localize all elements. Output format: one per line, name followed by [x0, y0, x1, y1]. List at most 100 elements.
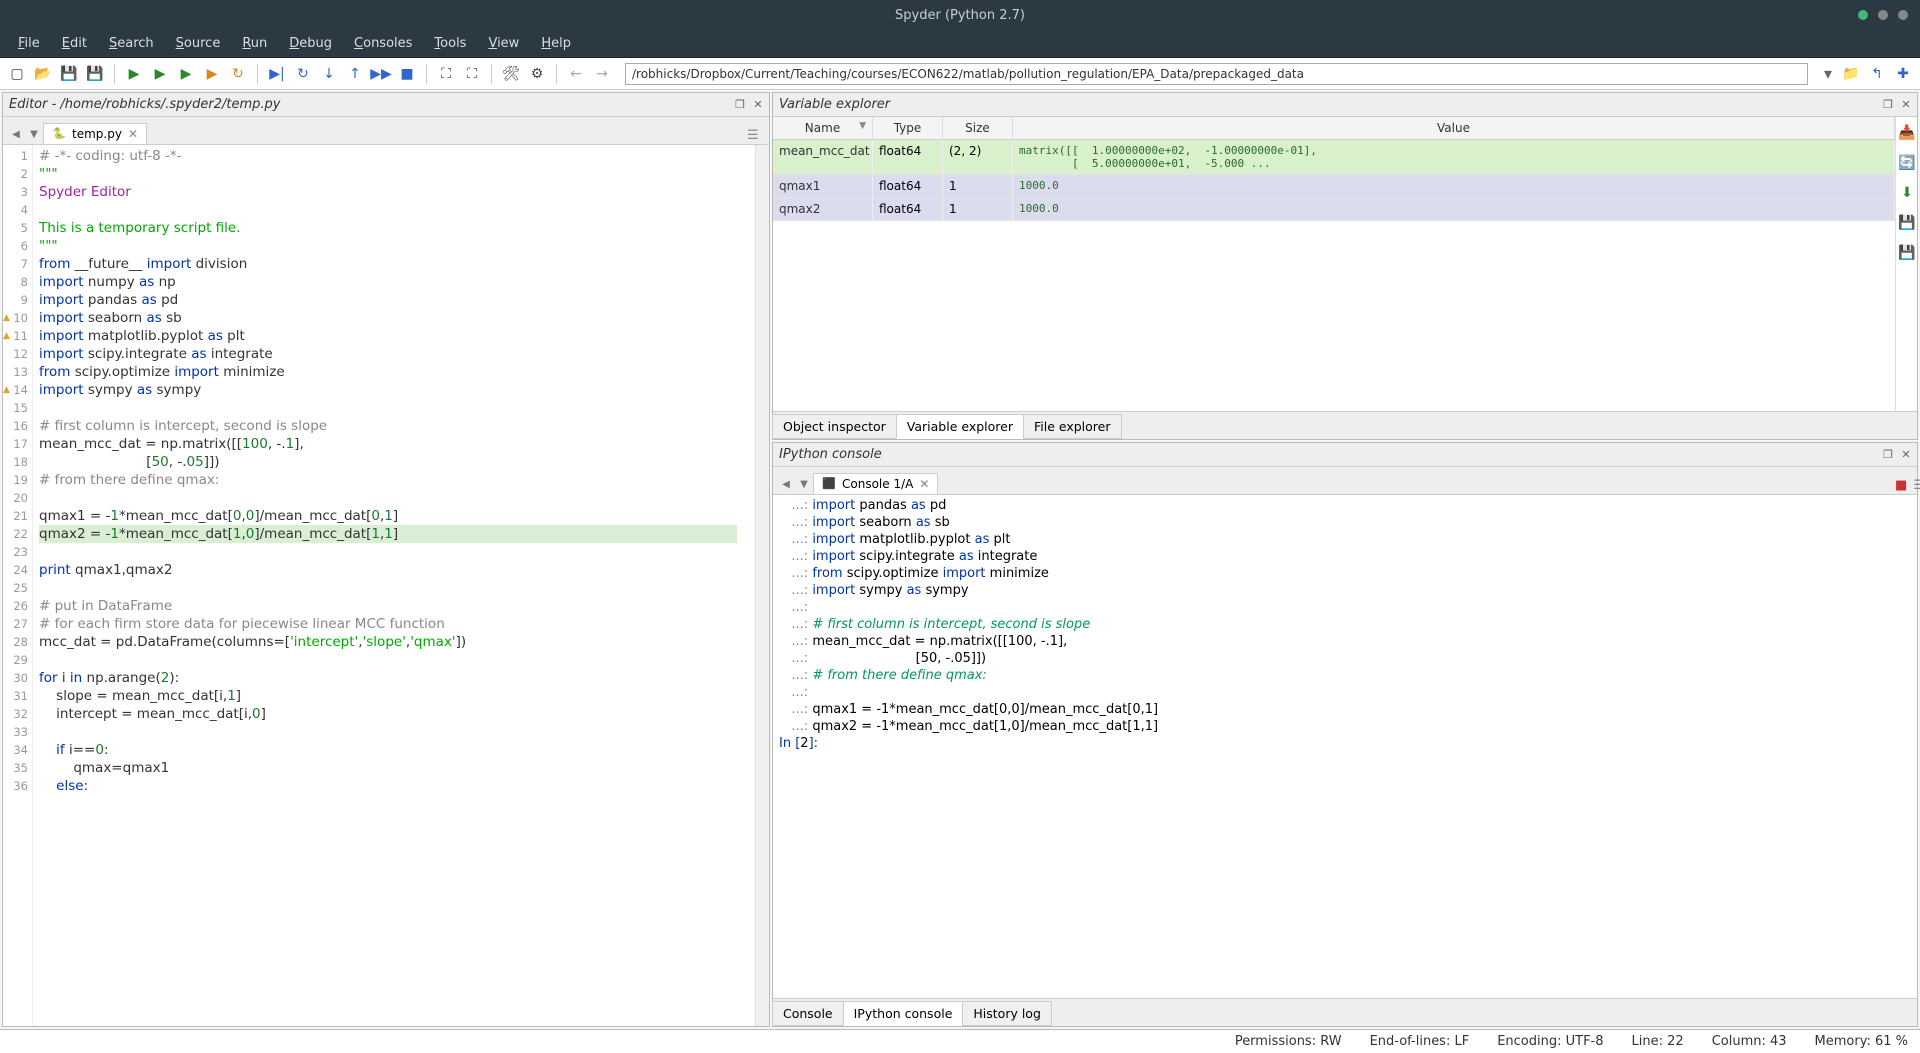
save-icon[interactable]: 💾: [58, 63, 80, 85]
preferences-icon[interactable]: 🛠: [500, 63, 522, 85]
varexp-col-name[interactable]: Name: [773, 117, 873, 139]
save-data-as-icon[interactable]: 💾: [1898, 245, 1916, 263]
tab-prev-icon[interactable]: ◀: [7, 124, 25, 144]
title-bar: Spyder (Python 2.7): [0, 0, 1920, 30]
sync-dir-icon[interactable]: ✚: [1892, 63, 1914, 85]
variable-table[interactable]: NameTypeSizeValue mean_mcc_datfloat64(2,…: [773, 117, 1895, 411]
undock-varexp-icon[interactable]: ❐: [1881, 98, 1895, 112]
path-dropdown-icon[interactable]: ▾: [1820, 64, 1836, 83]
menu-file[interactable]: File: [8, 32, 50, 55]
run-selection-icon[interactable]: ▶: [201, 63, 223, 85]
close-varexp-icon[interactable]: ✕: [1899, 98, 1913, 112]
console-output[interactable]: ...: import pandas as pd ...: import sea…: [773, 495, 1917, 998]
console-options-icon[interactable]: ☰: [1913, 478, 1920, 494]
code-editor[interactable]: 1234567891011121314151617181920212223242…: [3, 145, 769, 1026]
editor-header-text: Editor - /home/robhicks/.spyder2/temp.py: [9, 97, 280, 112]
varexp-col-value[interactable]: Value: [1013, 117, 1895, 139]
editor-pane: Editor - /home/robhicks/.spyder2/temp.py…: [2, 92, 770, 1027]
back-icon[interactable]: ←: [565, 63, 587, 85]
run-cell-advance-icon[interactable]: ▶: [175, 63, 197, 85]
python-file-icon: 🐍: [52, 127, 66, 141]
console-tab-prev-icon[interactable]: ◀: [777, 474, 795, 494]
editor-header: Editor - /home/robhicks/.spyder2/temp.py…: [3, 93, 769, 117]
minimize-icon[interactable]: [1858, 10, 1868, 20]
editor-tab-bar: ◀ ▼ 🐍 temp.py ✕ ☰: [3, 117, 769, 145]
console-tab-ipython-console[interactable]: IPython console: [843, 1001, 964, 1026]
menu-edit[interactable]: Edit: [52, 32, 97, 55]
editor-tab-label: temp.py: [72, 127, 122, 141]
import-data-icon[interactable]: 📥: [1898, 125, 1916, 143]
console-tab-console[interactable]: Console: [772, 1001, 844, 1026]
varexp-tabs: Object inspectorVariable explorerFile ex…: [773, 411, 1917, 439]
varexp-tab-file-explorer[interactable]: File explorer: [1023, 414, 1122, 439]
varexp-tab-object-inspector[interactable]: Object inspector: [772, 414, 897, 439]
python-path-icon[interactable]: ⚙: [526, 63, 548, 85]
undock-console-icon[interactable]: ❐: [1881, 448, 1895, 462]
menu-consoles[interactable]: Consoles: [344, 32, 422, 55]
menu-source[interactable]: Source: [166, 32, 231, 55]
tab-next-icon[interactable]: ▼: [25, 124, 43, 144]
status-memory: Memory: 61 %: [1815, 1034, 1908, 1049]
variable-row[interactable]: qmax1float6411000.0: [773, 175, 1895, 198]
close-console-icon[interactable]: ✕: [1899, 448, 1913, 462]
console-tab-bar: ◀ ▼ ⬛ Console 1/A ✕ ■ ☰: [773, 467, 1917, 495]
rerun-icon[interactable]: ↻: [227, 63, 249, 85]
menu-search[interactable]: Search: [99, 32, 164, 55]
toolbar: ▢ 📂 💾 💾 ▶ ▶ ▶ ▶ ↻ ▶| ↻ ↓ ↑ ▶▶ ■ ⛶ ⛶ 🛠 ⚙ …: [0, 58, 1920, 90]
undock-icon[interactable]: ❐: [733, 98, 747, 112]
varexp-sidebar: 📥 🔄 ⬇ 💾 💾: [1895, 117, 1917, 411]
variable-row[interactable]: mean_mcc_datfloat64(2, 2)matrix([[ 1.000…: [773, 140, 1895, 175]
forward-icon[interactable]: →: [591, 63, 613, 85]
fullscreen-icon[interactable]: ⛶: [461, 63, 483, 85]
window-title: Spyder (Python 2.7): [895, 8, 1025, 23]
debug-icon[interactable]: ▶|: [266, 63, 288, 85]
run-cell-icon[interactable]: ▶: [149, 63, 171, 85]
new-file-icon[interactable]: ▢: [6, 63, 28, 85]
step-out-icon[interactable]: ↑: [344, 63, 366, 85]
console-stop-icon[interactable]: ■: [1895, 478, 1907, 494]
console-tab-history-log[interactable]: History log: [962, 1001, 1052, 1026]
menu-help[interactable]: Help: [531, 32, 581, 55]
editor-scrollbar[interactable]: [755, 145, 769, 1026]
console-icon: ⬛: [822, 477, 836, 491]
variable-row[interactable]: qmax2float6411000.0: [773, 198, 1895, 221]
tab-close-icon[interactable]: ✕: [128, 127, 138, 141]
maximize-icon[interactable]: [1878, 10, 1888, 20]
save-data-icon[interactable]: 💾: [1898, 215, 1916, 233]
status-encoding: Encoding: UTF-8: [1497, 1034, 1603, 1049]
step-icon[interactable]: ↻: [292, 63, 314, 85]
status-column: Column: 43: [1712, 1034, 1787, 1049]
console-tab-next-icon[interactable]: ▼: [795, 474, 813, 494]
close-pane-icon[interactable]: ✕: [751, 98, 765, 112]
refresh-icon[interactable]: 🔄: [1898, 155, 1916, 173]
console-pane: IPython console ❐ ✕ ◀ ▼ ⬛ Console 1/A ✕ …: [772, 442, 1918, 1027]
editor-tab[interactable]: 🐍 temp.py ✕: [43, 123, 147, 144]
open-file-icon[interactable]: 📂: [32, 63, 54, 85]
console-tab-close-icon[interactable]: ✕: [919, 477, 929, 491]
run-icon[interactable]: ▶: [123, 63, 145, 85]
status-bar: Permissions: RW End-of-lines: LF Encodin…: [0, 1029, 1920, 1053]
save-all-icon[interactable]: 💾: [84, 63, 106, 85]
console-tabs: ConsoleIPython consoleHistory log: [773, 998, 1917, 1026]
varexp-tab-variable-explorer[interactable]: Variable explorer: [896, 414, 1024, 439]
working-dir-input[interactable]: /robhicks/Dropbox/Current/Teaching/cours…: [625, 63, 1808, 85]
refresh-periodic-icon[interactable]: ⬇: [1898, 185, 1916, 203]
tab-options-icon[interactable]: ☰: [747, 128, 763, 144]
varexp-col-type[interactable]: Type: [873, 117, 943, 139]
maximize-pane-icon[interactable]: ⛶: [435, 63, 457, 85]
console-tab[interactable]: ⬛ Console 1/A ✕: [813, 473, 938, 494]
menu-bar: FileEditSearchSourceRunDebugConsolesTool…: [0, 30, 1920, 58]
step-into-icon[interactable]: ↓: [318, 63, 340, 85]
parent-dir-icon[interactable]: ↰: [1866, 63, 1888, 85]
browse-dir-icon[interactable]: 📁: [1840, 63, 1862, 85]
menu-debug[interactable]: Debug: [279, 32, 342, 55]
continue-icon[interactable]: ▶▶: [370, 63, 392, 85]
menu-run[interactable]: Run: [232, 32, 277, 55]
stop-debug-icon[interactable]: ■: [396, 63, 418, 85]
close-icon[interactable]: [1898, 10, 1908, 20]
status-line: Line: 22: [1632, 1034, 1684, 1049]
console-header: IPython console ❐ ✕: [773, 443, 1917, 467]
varexp-col-size[interactable]: Size: [943, 117, 1013, 139]
menu-view[interactable]: View: [478, 32, 529, 55]
menu-tools[interactable]: Tools: [424, 32, 476, 55]
